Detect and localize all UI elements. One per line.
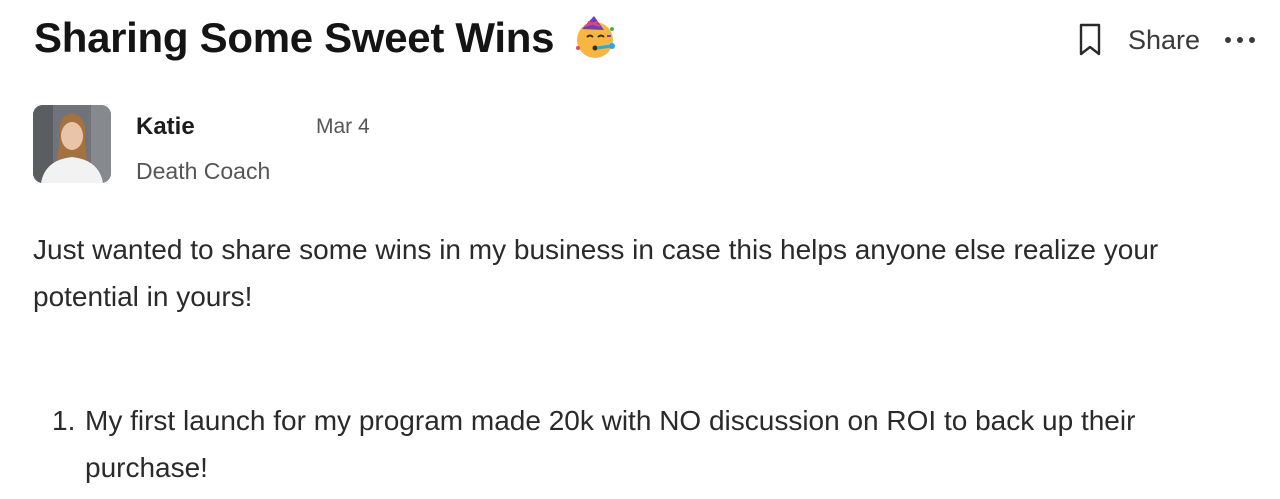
list-item-number: 1. (52, 405, 76, 436)
post-date: Mar 4 (316, 115, 370, 138)
author-name[interactable]: Katie (136, 113, 195, 141)
author-row: Katie Mar 4 Death Coach (33, 105, 456, 184)
post-title: Sharing Some Sweet Wins (34, 14, 618, 62)
author-avatar[interactable] (33, 105, 111, 183)
list-item-text: My first launch for my program made 20k … (85, 405, 1136, 483)
more-options-button[interactable] (1222, 20, 1258, 60)
post-actions: Share (1074, 20, 1258, 60)
more-horizontal-icon (1225, 37, 1255, 43)
wins-list: 1. My first launch for my program made 2… (52, 397, 1222, 491)
list-item: 1. My first launch for my program made 2… (52, 397, 1222, 491)
partying-face-icon (572, 15, 618, 61)
author-meta: Katie Mar 4 Death Coach (136, 105, 456, 184)
bookmark-button[interactable] (1074, 20, 1106, 60)
author-role: Death Coach (136, 158, 271, 184)
post-body-text: Just wanted to share some wins in my bus… (33, 234, 1159, 312)
post-title-text: Sharing Some Sweet Wins (34, 14, 555, 61)
share-button[interactable]: Share (1128, 25, 1200, 56)
bookmark-icon (1079, 23, 1101, 56)
